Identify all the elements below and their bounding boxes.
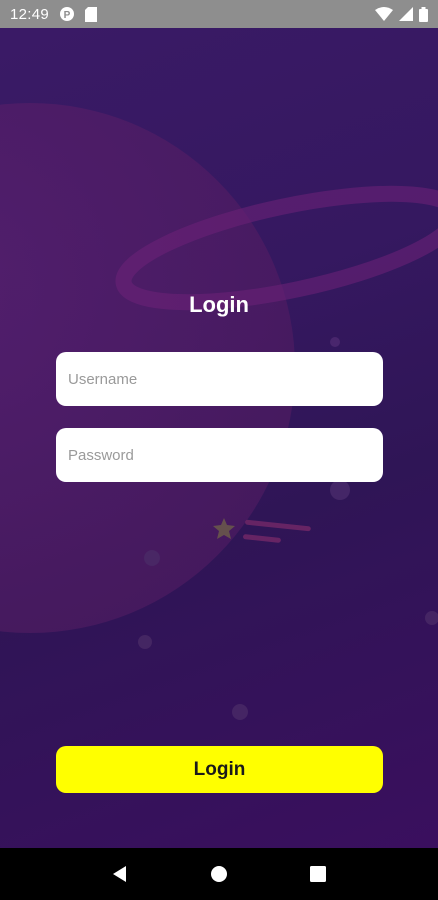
password-field[interactable] (56, 428, 383, 482)
recents-button[interactable] (298, 854, 338, 894)
recents-icon (310, 866, 327, 882)
battery-icon (419, 6, 428, 22)
username-field[interactable] (56, 352, 383, 406)
status-bar: 12:49 P (0, 0, 438, 28)
signal-icon (399, 7, 413, 21)
p-circle-icon: P (59, 6, 75, 22)
login-screen: Login Login (0, 28, 438, 848)
home-icon (210, 866, 227, 882)
back-icon (112, 866, 126, 882)
svg-text:P: P (64, 10, 71, 21)
back-button[interactable] (100, 854, 140, 894)
home-button[interactable] (199, 854, 239, 894)
status-time: 12:49 (10, 5, 50, 23)
navigation-bar (0, 848, 438, 900)
wifi-icon (375, 7, 393, 21)
login-button[interactable]: Login (56, 746, 383, 793)
page-title: Login (189, 292, 249, 317)
sd-card-icon (85, 6, 98, 22)
